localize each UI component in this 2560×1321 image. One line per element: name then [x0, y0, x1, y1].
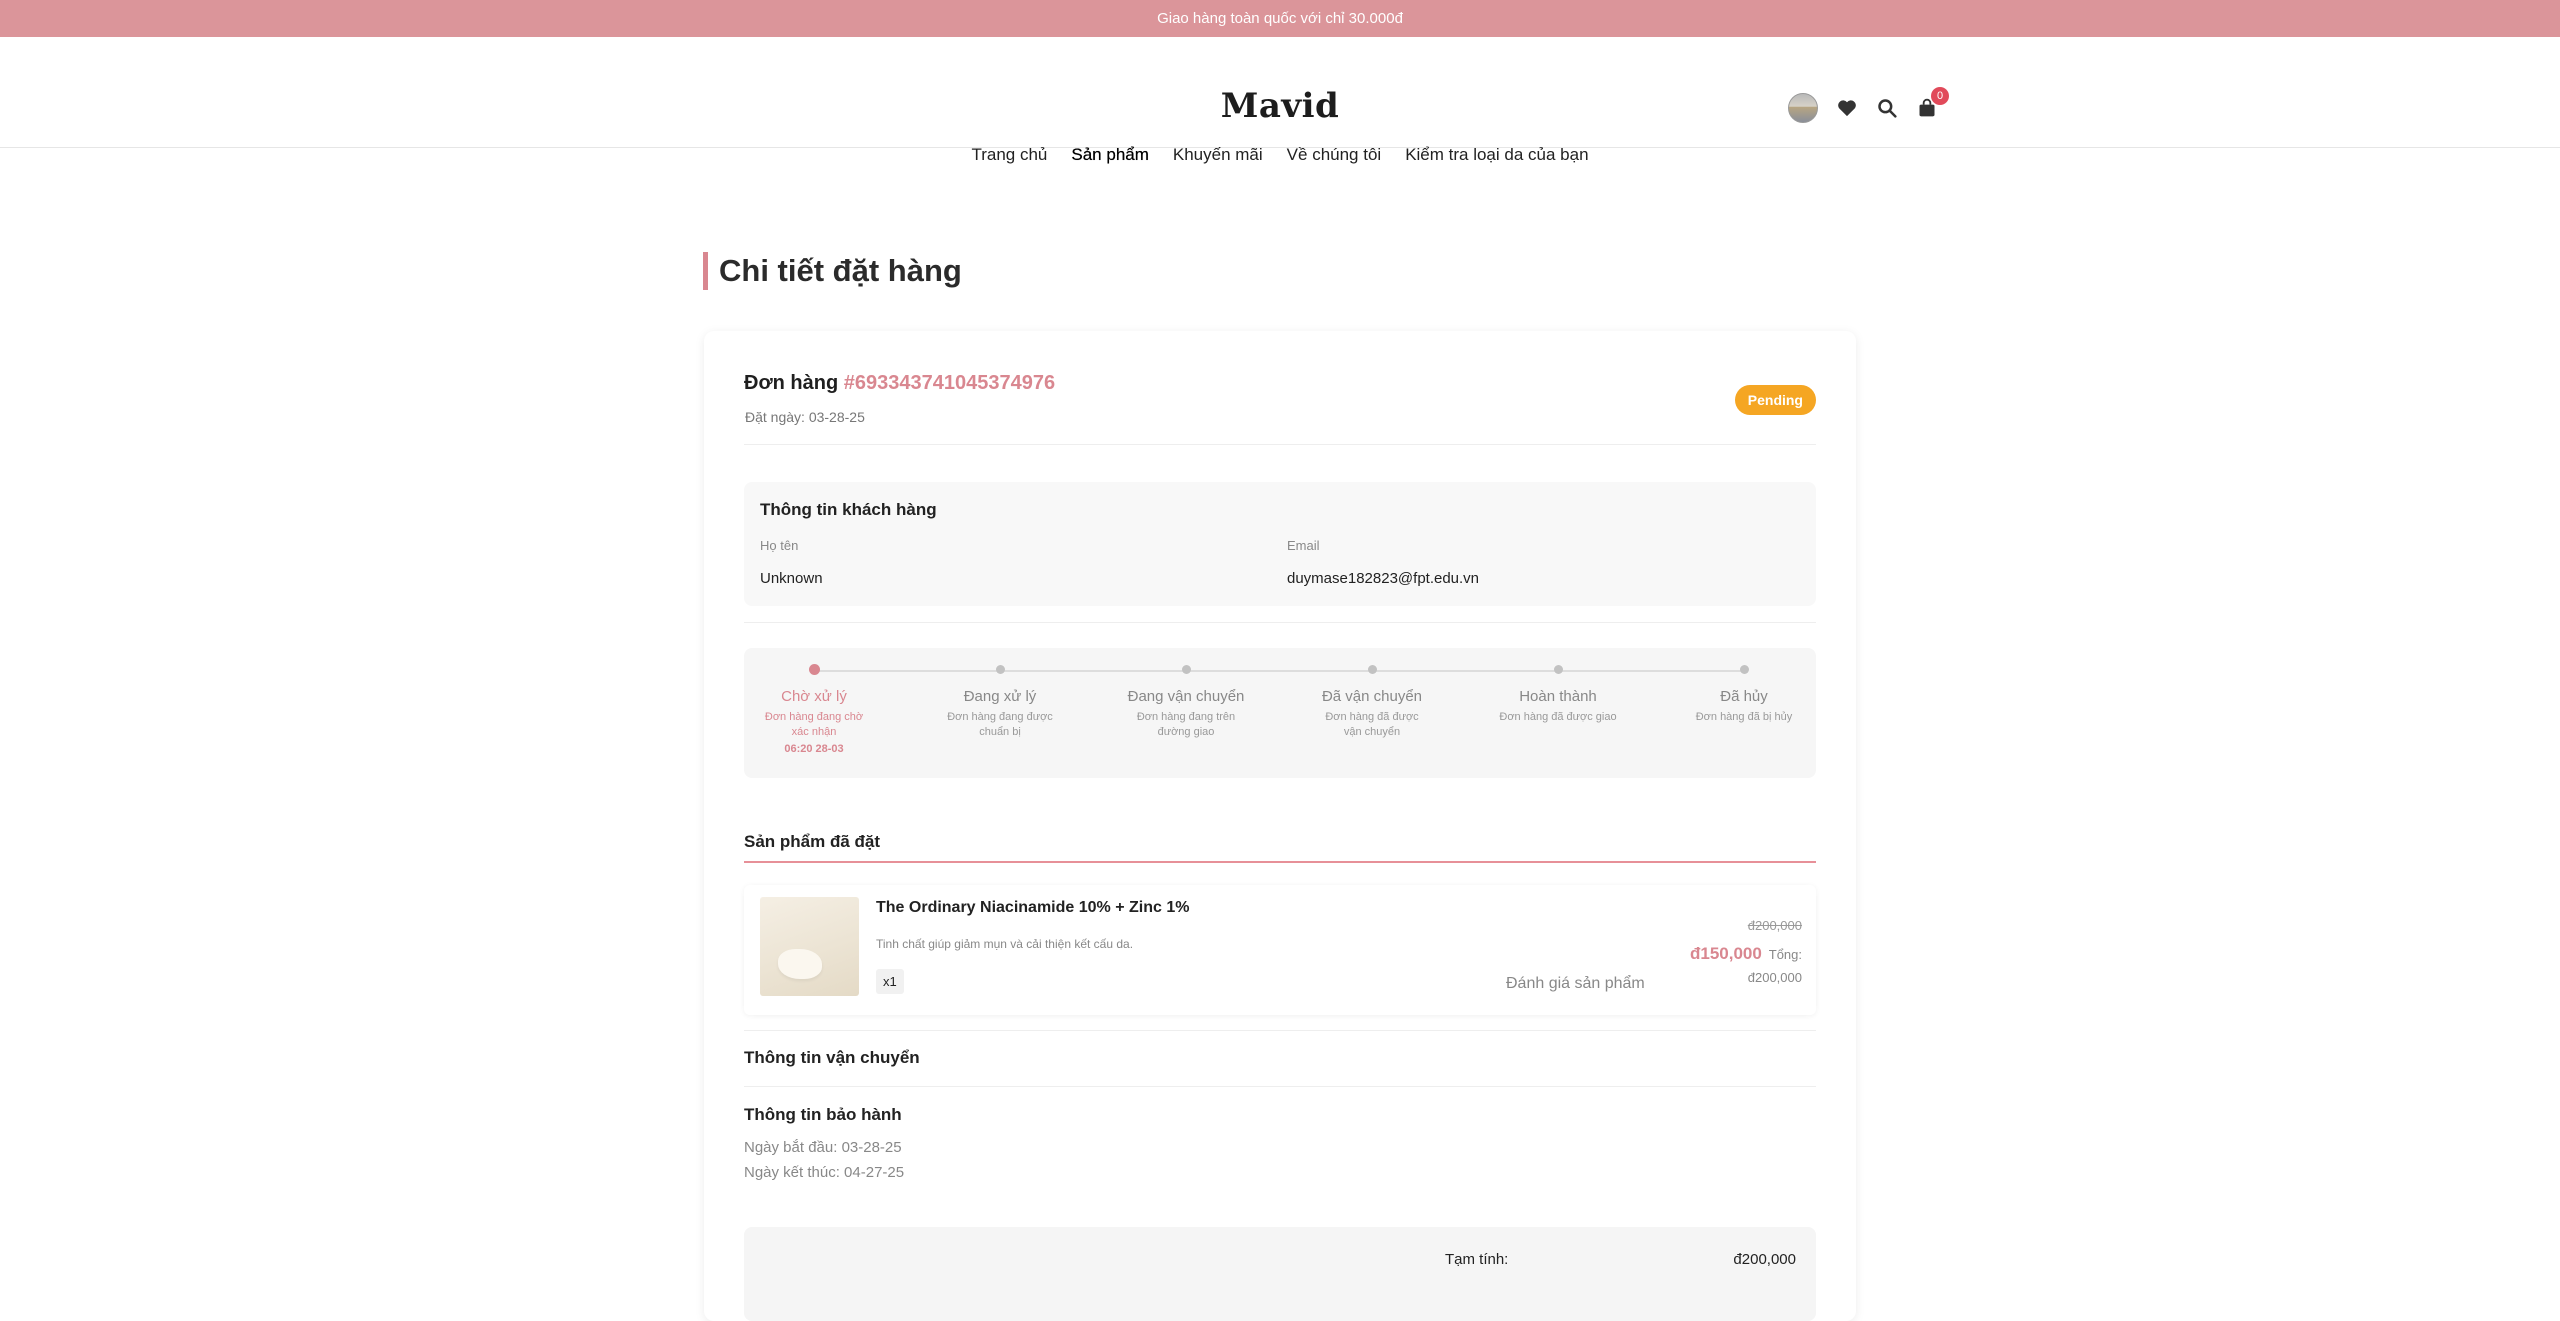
step-label: Đang vận chuyển: [1127, 688, 1245, 705]
step-desc: Đơn hàng đã được vận chuyển: [1325, 711, 1419, 738]
promo-bar: Giao hàng toàn quốc với chỉ 30.000đ: [0, 0, 2560, 37]
step-dot: [1553, 665, 1563, 674]
order-heading: Đơn hàng #693343741045374976: [744, 372, 1055, 395]
divider: [744, 1030, 1816, 1031]
customer-info-title: Thông tin khách hàng: [760, 500, 937, 519]
order-detail-card: Đơn hàng #693343741045374976 Đặt ngày: 0…: [704, 331, 1856, 1321]
step-label: Hoàn thành: [1519, 688, 1597, 705]
step-desc: Đơn hàng đang trên đường giao: [1136, 711, 1236, 738]
divider: [744, 622, 1816, 623]
ordered-products-title: Sản phẩm đã đặt: [744, 832, 881, 851]
section-underline: [744, 861, 1816, 863]
step-completed: Hoàn thành Đơn hàng đã được giao: [1493, 665, 1623, 725]
step-desc: Đơn hàng đang được chuẩn bị: [947, 711, 1053, 738]
step-dot: [1181, 665, 1191, 674]
product-qty: x1: [876, 969, 904, 994]
order-summary: Tạm tính: đ200,000: [744, 1227, 1816, 1321]
item-total-label: Tổng:: [1768, 947, 1802, 962]
product-image[interactable]: [760, 897, 859, 996]
step-dot: [995, 665, 1005, 674]
nav-item-promotions[interactable]: Khuyến mãi: [1173, 145, 1263, 165]
step-dot: [1367, 665, 1377, 674]
step-shipped: Đã vận chuyển Đơn hàng đã được vận chuyể…: [1307, 665, 1437, 740]
order-date: Đặt ngày: 03-28-25: [745, 409, 865, 425]
order-progress: Chờ xử lý Đơn hàng đang chờ xác nhận 06:…: [744, 648, 1816, 778]
step-dot: [808, 664, 820, 675]
subtotal-label: Tạm tính:: [1445, 1251, 1509, 1268]
divider: [744, 1086, 1816, 1087]
step-dot: [1739, 665, 1749, 674]
promo-text: Giao hàng toàn quốc với chỉ 30.000đ: [1157, 10, 1403, 27]
product-desc: Tinh chất giúp giảm mụn và cải thiện kết…: [876, 937, 1134, 951]
customer-info: Thông tin khách hàng Họ tên Unknown Emai…: [744, 482, 1816, 606]
nav-item-products[interactable]: Sản phẩm: [1071, 145, 1149, 165]
step-desc: Đơn hàng đã được giao: [1499, 711, 1617, 723]
page-title: Chi tiết đặt hàng: [703, 252, 962, 290]
cart-icon[interactable]: 0: [1916, 87, 1949, 119]
logo[interactable]: Mavid: [1221, 86, 1340, 126]
step-shipping: Đang vận chuyển Đơn hàng đang trên đường…: [1121, 665, 1251, 740]
nav-item-about[interactable]: Về chúng tôi: [1287, 145, 1382, 165]
warranty-info-title: Thông tin bảo hành: [744, 1105, 902, 1124]
divider: [744, 444, 1816, 445]
review-product-button[interactable]: Đánh giá sản phẩm: [1506, 975, 1645, 993]
heart-icon[interactable]: [1836, 97, 1858, 119]
step-time: 06:20 28-03: [784, 743, 844, 755]
header-icons: 0: [1788, 87, 1949, 123]
name-label: Họ tên: [760, 538, 799, 553]
order-label: Đơn hàng: [744, 372, 839, 394]
nav-item-skin-test[interactable]: Kiểm tra loại da của bạn: [1405, 145, 1588, 165]
step-label: Chờ xử lý: [781, 688, 847, 705]
product-item: The Ordinary Niacinamide 10% + Zinc 1% T…: [744, 885, 1816, 1015]
subtotal-value: đ200,000: [1733, 1251, 1796, 1268]
shipping-info-title: Thông tin vận chuyển: [744, 1048, 920, 1067]
warranty-end: Ngày kết thúc: 04-27-25: [744, 1164, 905, 1181]
step-pending: Chờ xử lý Đơn hàng đang chờ xác nhận 06:…: [749, 664, 879, 755]
step-label: Đã vận chuyển: [1321, 688, 1423, 705]
warranty-start: Ngày bắt đầu: 03-28-25: [744, 1139, 902, 1156]
price-original: đ200,000: [1747, 918, 1802, 933]
search-icon[interactable]: [1876, 97, 1898, 119]
cart-count-badge: 0: [1931, 87, 1949, 105]
price-sale: đ150,000: [1690, 944, 1762, 963]
item-total-value: đ200,000: [1747, 970, 1802, 985]
main-nav: Trang chủ Sản phẩm Khuyến mãi Về chúng t…: [0, 145, 2560, 165]
email-label: Email: [1287, 538, 1320, 553]
status-badge: Pending: [1734, 385, 1816, 415]
customer-email: duymase182823@fpt.edu.vn: [1287, 570, 1480, 587]
step-label: Đã hủy: [1720, 688, 1768, 705]
nav-item-home[interactable]: Trang chủ: [971, 145, 1047, 165]
step-desc: Đơn hàng đã bị hủy: [1695, 711, 1793, 723]
step-label: Đang xử lý: [963, 688, 1037, 705]
product-name[interactable]: The Ordinary Niacinamide 10% + Zinc 1%: [876, 899, 1189, 917]
step-cancelled: Đã hủy Đơn hàng đã bị hủy: [1679, 665, 1809, 725]
step-desc: Đơn hàng đang chờ xác nhận: [764, 711, 864, 738]
avatar[interactable]: [1788, 93, 1818, 123]
customer-name: Unknown: [760, 570, 823, 587]
order-id: #693343741045374976: [843, 372, 1056, 394]
step-processing: Đang xử lý Đơn hàng đang được chuẩn bị: [935, 665, 1065, 740]
site-header: Mavid 0 Trang chủ Sản phẩm Khuyến mãi Về…: [0, 37, 2560, 164]
